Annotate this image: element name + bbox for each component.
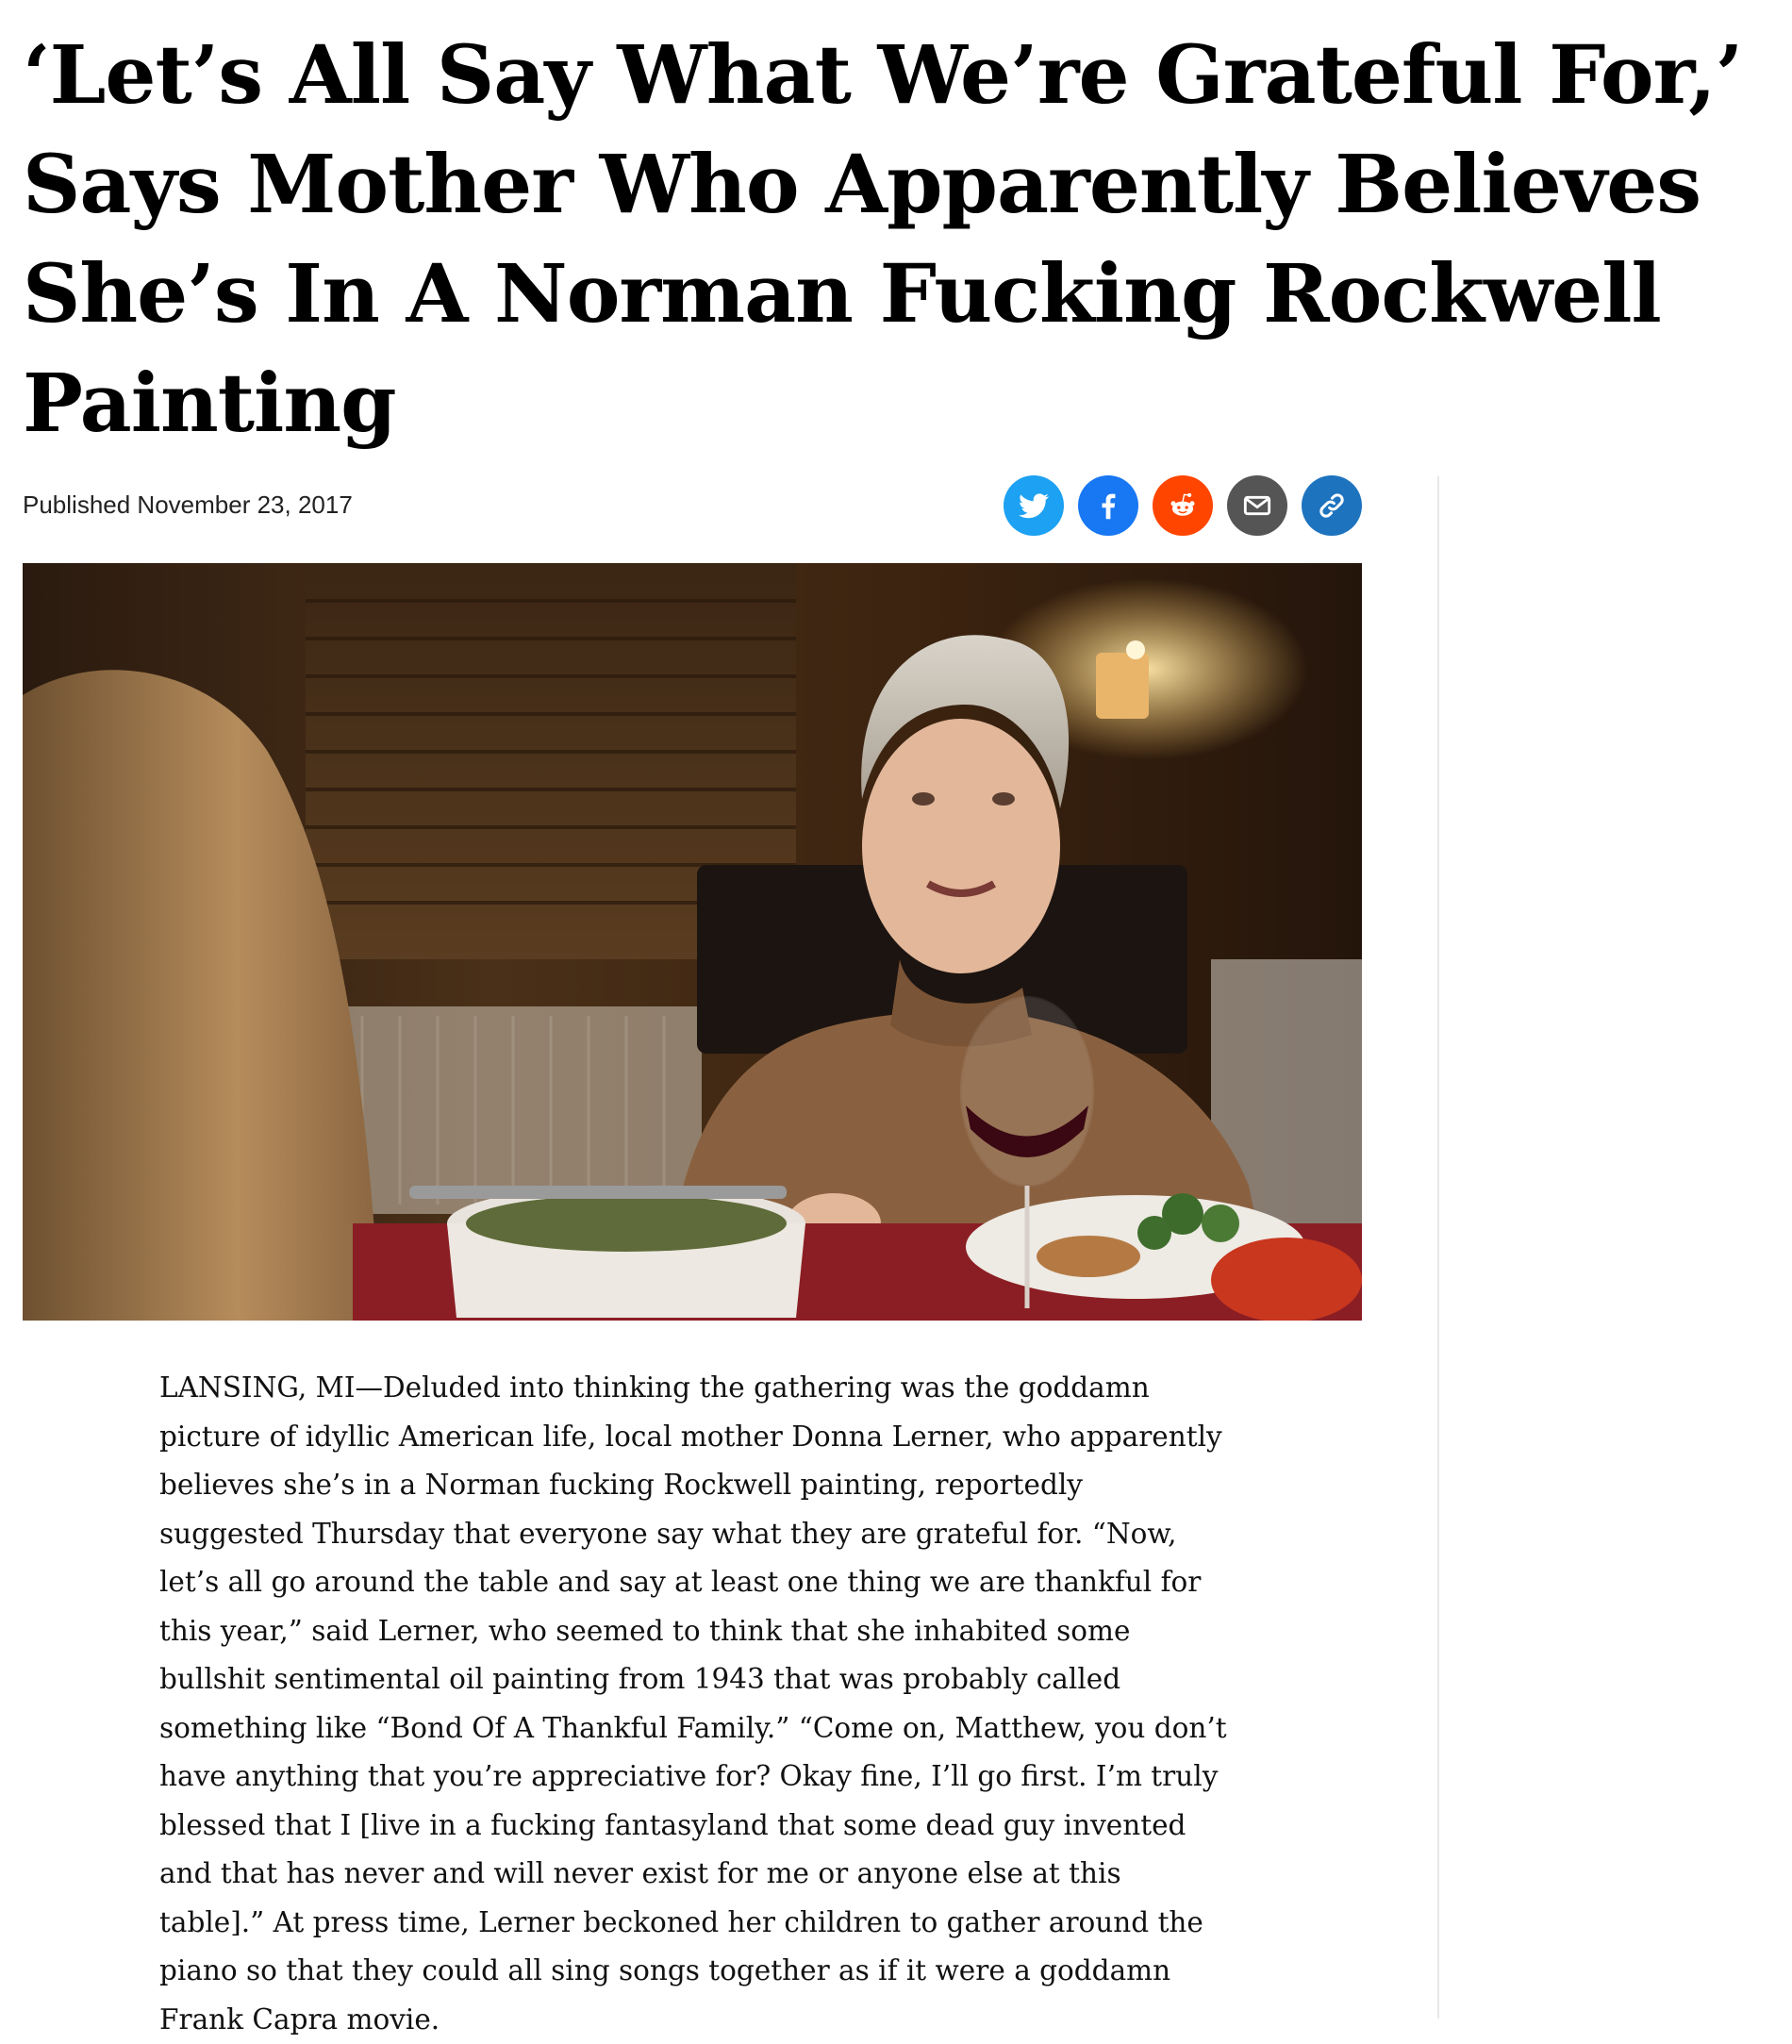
envelope-icon xyxy=(1243,495,1271,516)
hero-image xyxy=(23,563,1362,1321)
facebook-share-button[interactable] xyxy=(1078,475,1138,536)
article-headline: ‘Let’s All Say What We’re Grateful For,’… xyxy=(23,28,1743,451)
sidebar-divider xyxy=(1437,476,1439,2019)
dinner-photo xyxy=(23,563,1362,1321)
facebook-f-icon xyxy=(1102,493,1116,520)
link-icon xyxy=(1319,493,1344,518)
reddit-alien-icon xyxy=(1170,492,1195,516)
email-share-button[interactable] xyxy=(1227,475,1287,536)
twitter-share-button[interactable] xyxy=(1004,475,1064,536)
twitter-bird-icon xyxy=(1019,493,1049,519)
reddit-share-button[interactable] xyxy=(1153,475,1213,536)
share-bar xyxy=(1004,475,1362,536)
article-body: LANSING, MI—Deluded into thinking the ga… xyxy=(159,1371,1227,2036)
copy-link-button[interactable] xyxy=(1302,475,1362,536)
published-date: Published November 23, 2017 xyxy=(23,490,353,519)
article-meta-row: Published November 23, 2017 xyxy=(23,472,1362,543)
